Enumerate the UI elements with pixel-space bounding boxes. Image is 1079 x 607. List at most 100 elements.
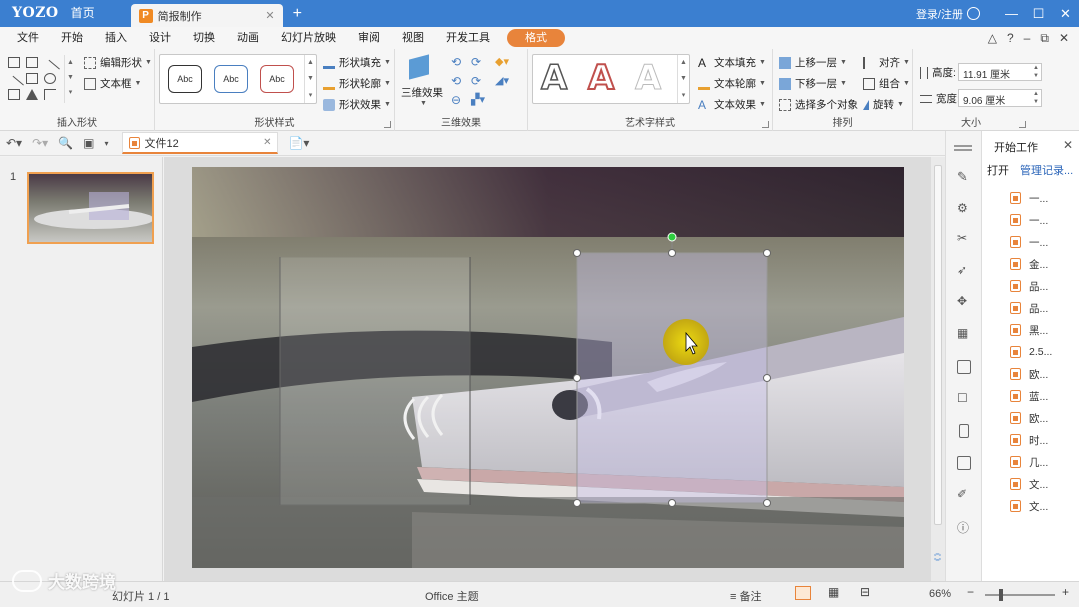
reading-view-icon[interactable]: ⊟ xyxy=(860,585,870,599)
rotate-button[interactable]: 旋转 ▼ xyxy=(863,97,904,112)
recent-file-item[interactable]: 蓝... xyxy=(1010,385,1052,407)
new-file-icon[interactable]: 📄▾ xyxy=(288,136,309,150)
recent-file-item[interactable]: 品... xyxy=(1010,275,1052,297)
tilt-right-icon[interactable]: ⟳ xyxy=(471,74,481,88)
file-tab[interactable]: 文件12 ✕ xyxy=(122,132,279,154)
shape-gallery[interactable] xyxy=(6,55,66,103)
recent-file-item[interactable]: 品... xyxy=(1010,297,1052,319)
slide-thumbnail[interactable] xyxy=(27,172,154,244)
shape-outline-button[interactable]: 形状轮廓 ▼ xyxy=(323,76,391,91)
size-launcher-icon[interactable] xyxy=(1019,121,1026,128)
text-effect-button[interactable]: A 文本效果 ▼ xyxy=(698,97,766,112)
recent-file-item[interactable]: 欧... xyxy=(1010,363,1052,385)
sorter-view-icon[interactable]: ▦ xyxy=(828,585,839,599)
text-fill-button[interactable]: A 文本填充 ▼ xyxy=(698,55,766,70)
redo-icon[interactable]: ↷▾ xyxy=(32,136,48,150)
text-outline-button[interactable]: 文本轮廓 ▼ xyxy=(698,76,766,91)
3d-tilt-controls[interactable]: ⟲ ⟳ ◆▾ ⟲ ⟳ ◢▾ ⊖ ▞▾ xyxy=(451,55,521,107)
width-input[interactable]: 9.06 厘米 ▲ ▼ xyxy=(958,89,1042,107)
crop-icon[interactable] xyxy=(957,360,971,374)
add-tab-icon[interactable]: + xyxy=(293,5,302,27)
home-tab[interactable]: 首页 xyxy=(65,4,107,27)
recent-file-item[interactable]: 2.5... xyxy=(1010,341,1052,363)
menu-view[interactable]: 视图 xyxy=(391,27,435,49)
zoom-level[interactable]: 66% xyxy=(929,588,951,600)
tools-icon[interactable]: ✂ xyxy=(957,231,971,245)
recent-file-item[interactable]: 一... xyxy=(1010,231,1052,253)
side-menu-icon[interactable] xyxy=(954,145,972,147)
shape-gallery-scroll[interactable]: ▲ ▼ ▾ xyxy=(64,55,76,103)
menu-format[interactable]: 格式 xyxy=(507,29,565,47)
quick-access-menu-icon[interactable]: ▾ xyxy=(104,139,108,148)
recent-file-item[interactable]: 文... xyxy=(1010,473,1052,495)
shape-style-gallery[interactable]: Abc Abc Abc ▲ ▼ ▾ xyxy=(159,54,317,104)
login-link[interactable]: 登录/注册 xyxy=(916,6,963,22)
zoom-slider[interactable] xyxy=(985,589,1055,601)
recent-file-item[interactable]: 黑... xyxy=(1010,319,1052,341)
menu-developer[interactable]: 开发工具 xyxy=(435,27,501,49)
document-tab[interactable]: P 简报制作 ✕ xyxy=(130,4,283,27)
print-preview-icon[interactable]: 🔍 xyxy=(58,136,73,150)
align-button[interactable]: 对齐 ▼ xyxy=(863,55,910,70)
manage-records-link[interactable]: 管理记录... xyxy=(1020,162,1073,178)
shape-style-2[interactable]: Abc xyxy=(214,65,248,93)
save-icon[interactable]: ▣ xyxy=(83,136,94,150)
edit-pen-icon[interactable]: ✎ xyxy=(957,169,971,184)
shape-effect-button[interactable]: 形状效果 ▼ xyxy=(323,97,391,112)
menu-slideshow[interactable]: 幻灯片放映 xyxy=(270,27,347,49)
menu-animation[interactable]: 动画 xyxy=(226,27,270,49)
help-circle-icon[interactable]: ⓘ xyxy=(957,519,971,535)
zoom-in-icon[interactable]: + xyxy=(1062,585,1069,599)
normal-view-icon[interactable] xyxy=(795,586,811,600)
slide[interactable] xyxy=(192,167,904,568)
help-icon[interactable]: ? xyxy=(1007,31,1014,45)
3d-depth-icon[interactable]: ◢▾ xyxy=(495,74,509,87)
recent-file-item[interactable]: 一... xyxy=(1010,187,1052,209)
page-nav-icon[interactable]: ︽ ︾ xyxy=(934,549,941,567)
textbox-button[interactable]: 文本框 ▼ xyxy=(84,76,141,91)
user-icon[interactable] xyxy=(967,7,980,20)
theme-name[interactable]: Office 主题 xyxy=(425,588,479,604)
edit-box-icon[interactable]: ✐ xyxy=(957,487,971,501)
shape-style-1[interactable]: Abc xyxy=(168,65,202,93)
group-button[interactable]: 组合 ▼ xyxy=(863,76,910,91)
maximize-icon[interactable]: ☐ xyxy=(1025,6,1052,22)
menu-review[interactable]: 审阅 xyxy=(347,27,391,49)
close-window-icon[interactable]: ✕ xyxy=(1052,6,1079,22)
3d-toggle-icon[interactable]: ⊖ xyxy=(451,93,461,107)
close-tab-icon[interactable]: ✕ xyxy=(265,9,274,22)
minimize-icon[interactable]: — xyxy=(998,6,1025,21)
recent-file-item[interactable]: 欧... xyxy=(1010,407,1052,429)
recent-file-item[interactable]: 几... xyxy=(1010,451,1052,473)
collapse-ribbon-icon[interactable]: △ xyxy=(988,31,997,45)
menu-home[interactable]: 开始 xyxy=(50,27,94,49)
scrollbar-thumb[interactable] xyxy=(934,165,942,525)
open-link[interactable]: 打开 xyxy=(987,162,1009,178)
edit-shape-button[interactable]: 编辑形状 ▼ xyxy=(84,55,152,70)
wordart-gallery-scroll[interactable]: ▲ ▼ ▾ xyxy=(677,55,689,103)
cross-move-icon[interactable]: ✥ xyxy=(957,294,971,308)
recent-file-item[interactable]: 金... xyxy=(1010,253,1052,275)
notes-button[interactable]: ≡ 备注 xyxy=(730,588,761,604)
vertical-scrollbar[interactable]: ︽ ︾ xyxy=(931,157,945,581)
send-backward-button[interactable]: 下移一层 ▼ xyxy=(779,76,847,91)
wordart-style-1[interactable]: A xyxy=(540,57,568,99)
menu-design[interactable]: 设计 xyxy=(138,27,182,49)
width-spinner-icon[interactable]: ▲ ▼ xyxy=(1033,90,1039,106)
zoom-out-icon[interactable]: − xyxy=(967,585,974,599)
wordart-style-2[interactable]: A xyxy=(587,57,615,99)
wordart-style-3[interactable]: A xyxy=(634,58,661,99)
undo-icon[interactable]: ↶▾ xyxy=(6,136,22,150)
copy-icon[interactable] xyxy=(957,456,971,470)
wordart-launcher-icon[interactable] xyxy=(762,121,769,128)
recent-file-item[interactable]: 文... xyxy=(1010,495,1052,517)
close-file-tab-icon[interactable]: ✕ xyxy=(263,137,271,148)
3d-effect-button[interactable]: 三维效果 ▼ xyxy=(401,85,443,107)
height-input[interactable]: 11.91 厘米 ▲ ▼ xyxy=(958,63,1042,81)
recent-file-item[interactable]: 时... xyxy=(1010,429,1052,451)
shape-fill-button[interactable]: 形状填充 ▼ xyxy=(323,55,391,70)
restore-icon[interactable]: ⧉ xyxy=(1040,31,1049,46)
tilt-down-icon[interactable]: ⟳ xyxy=(471,55,481,69)
menu-transition[interactable]: 切换 xyxy=(182,27,226,49)
tilt-up-icon[interactable]: ⟲ xyxy=(451,55,461,69)
